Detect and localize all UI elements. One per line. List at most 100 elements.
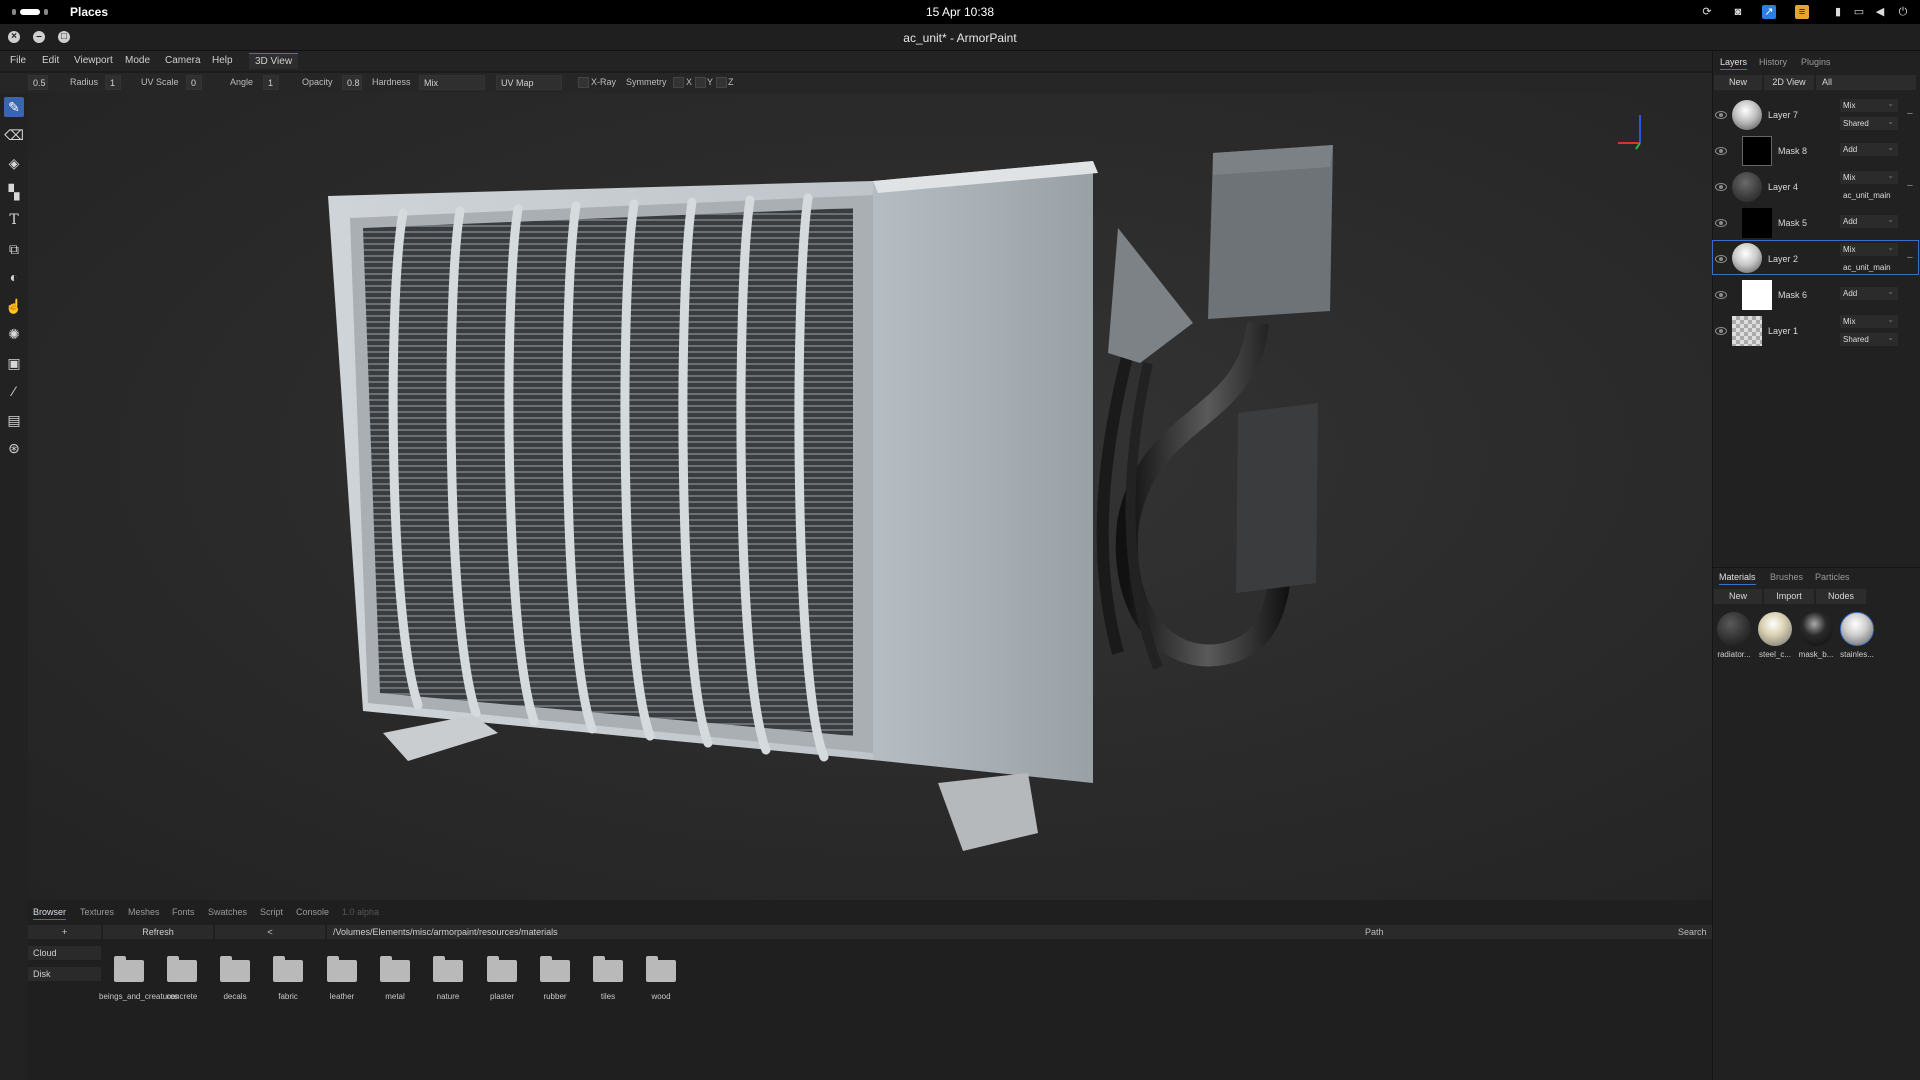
menu-mode[interactable]: Mode [125,55,150,66]
layer-blend-select[interactable]: Mix [1840,241,1898,256]
new-layer-button[interactable]: New [1714,75,1762,90]
nodes-button[interactable]: Nodes [1816,589,1866,604]
text-icon[interactable]: T [4,210,24,230]
tab-script[interactable]: Script [260,907,283,917]
folder-label[interactable]: fabric [258,992,318,1002]
layer-target-value[interactable]: ac_unit_main [1843,263,1901,272]
material-label[interactable]: mask_b... [1796,650,1836,659]
folder-label[interactable]: plaster [472,992,532,1002]
new-material-button[interactable]: New [1714,589,1762,604]
symmetry-y-checkbox[interactable] [695,77,706,88]
folder-icon[interactable] [380,956,410,982]
folder-label[interactable]: concrete [152,992,212,1002]
angle-field[interactable]: 1 [263,75,279,90]
notes-icon[interactable]: ≡ [1795,5,1809,19]
power-icon[interactable]: ⏻ [1896,5,1910,19]
folder-label[interactable]: rubber [525,992,585,1002]
folder-label[interactable]: metal [365,992,425,1002]
volume-icon[interactable]: ◀ [1873,5,1887,19]
3d-viewport[interactable] [28,93,1712,900]
folder-icon[interactable] [327,956,357,982]
visibility-eye-icon[interactable] [1715,111,1727,119]
tab-browser[interactable]: Browser [33,907,67,920]
visibility-eye-icon[interactable] [1715,183,1727,191]
tab-textures[interactable]: Textures [80,907,114,917]
clone-icon[interactable]: ⧉ [4,239,24,259]
folder-icon[interactable] [593,956,623,982]
folder-icon[interactable] [433,956,463,982]
2d-view-button[interactable]: 2D View [1764,75,1814,90]
layer-filter-select[interactable]: All [1816,75,1916,90]
visibility-eye-icon[interactable] [1715,255,1727,263]
source-disk[interactable]: Disk [28,967,101,981]
picker-icon[interactable]: ⁄ [4,381,24,401]
material-thumbnail[interactable] [1758,612,1792,646]
fill-icon[interactable]: ◈ [4,153,24,173]
colorid-icon[interactable]: ▣ [4,353,24,373]
particle-icon[interactable]: ✺ [4,324,24,344]
blur-icon[interactable]: ◐ [4,267,24,287]
folder-label[interactable]: beings_and_creatures [99,992,178,1002]
add-folder-button[interactable]: + [28,925,101,939]
tab-console[interactable]: Console [296,907,329,917]
material-label[interactable]: stainles... [1837,650,1877,659]
layer-name[interactable]: Layer 7 [1768,110,1798,120]
mask-blend-select[interactable]: Add [1840,141,1898,156]
symmetry-z-checkbox[interactable] [716,77,727,88]
tab-meshes[interactable]: Meshes [128,907,160,917]
source-cloud[interactable]: Cloud [28,946,101,960]
search-label[interactable]: Search [1678,927,1707,937]
visibility-eye-icon[interactable] [1715,291,1727,299]
layer-target-select[interactable]: Shared [1840,331,1898,346]
eraser-icon[interactable]: ⌫ [4,125,24,145]
mail-icon[interactable]: ▭ [1852,5,1866,19]
menu-camera[interactable]: Camera [165,55,201,66]
folder-icon[interactable] [646,956,676,982]
layer-target-value[interactable]: ac_unit_main [1843,191,1901,200]
uvmap-select[interactable]: UV Map [496,75,562,90]
mask-name[interactable]: Mask 6 [1778,290,1807,300]
radius-field[interactable]: 1 [105,75,121,90]
material-label[interactable]: steel_c... [1755,650,1795,659]
layer-name[interactable]: Layer 1 [1768,326,1798,336]
clipboard-icon[interactable]: ▮ [1831,5,1845,19]
folder-label[interactable]: decals [205,992,265,1002]
opacity-field[interactable]: 0.8 [342,75,362,90]
visibility-eye-icon[interactable] [1715,327,1727,335]
tab-plugins[interactable]: Plugins [1801,57,1831,67]
xray-checkbox[interactable] [578,77,589,88]
layer-blend-select[interactable]: Mix [1840,169,1898,184]
folder-label[interactable]: nature [418,992,478,1002]
decal-icon[interactable]: ▚ [4,182,24,202]
material-thumbnail[interactable] [1717,612,1751,646]
layer-blend-select[interactable]: Mix [1840,313,1898,328]
layer-name[interactable]: Layer 4 [1768,182,1798,192]
tab-swatches[interactable]: Swatches [208,907,247,917]
material-thumbnail-selected[interactable] [1840,612,1874,646]
clock[interactable]: 15 Apr 10:38 [0,5,1920,19]
back-button[interactable]: < [215,925,325,939]
layer-blend-select[interactable]: Mix [1840,97,1898,112]
collapse-icon[interactable]: – [1907,180,1913,191]
material-icon[interactable]: ⊛ [4,438,24,458]
folder-label[interactable]: wood [631,992,691,1002]
blend-mode-select[interactable]: Mix [419,75,485,90]
steam-icon[interactable]: ⟳ [1700,5,1714,19]
path-field[interactable]: /Volumes/Elements/misc/armorpaint/resour… [327,925,1712,939]
layer-name[interactable]: Layer 2 [1768,254,1798,264]
tab-materials[interactable]: Materials [1719,572,1756,585]
folder-icon[interactable] [540,956,570,982]
material-label[interactable]: radiator... [1714,650,1754,659]
folder-label[interactable]: leather [312,992,372,1002]
mask-name[interactable]: Mask 5 [1778,218,1807,228]
import-material-button[interactable]: Import [1764,589,1814,604]
tab-brushes[interactable]: Brushes [1770,572,1803,582]
mask-blend-select[interactable]: Add [1840,213,1898,228]
folder-icon[interactable] [167,956,197,982]
folder-icon[interactable] [114,956,144,982]
bake-icon[interactable]: ▤ [4,410,24,430]
menu-3d-view[interactable]: 3D View [249,53,299,69]
tab-layers[interactable]: Layers [1720,57,1748,70]
tab-fonts[interactable]: Fonts [172,907,195,917]
collapse-icon[interactable]: – [1907,252,1913,263]
